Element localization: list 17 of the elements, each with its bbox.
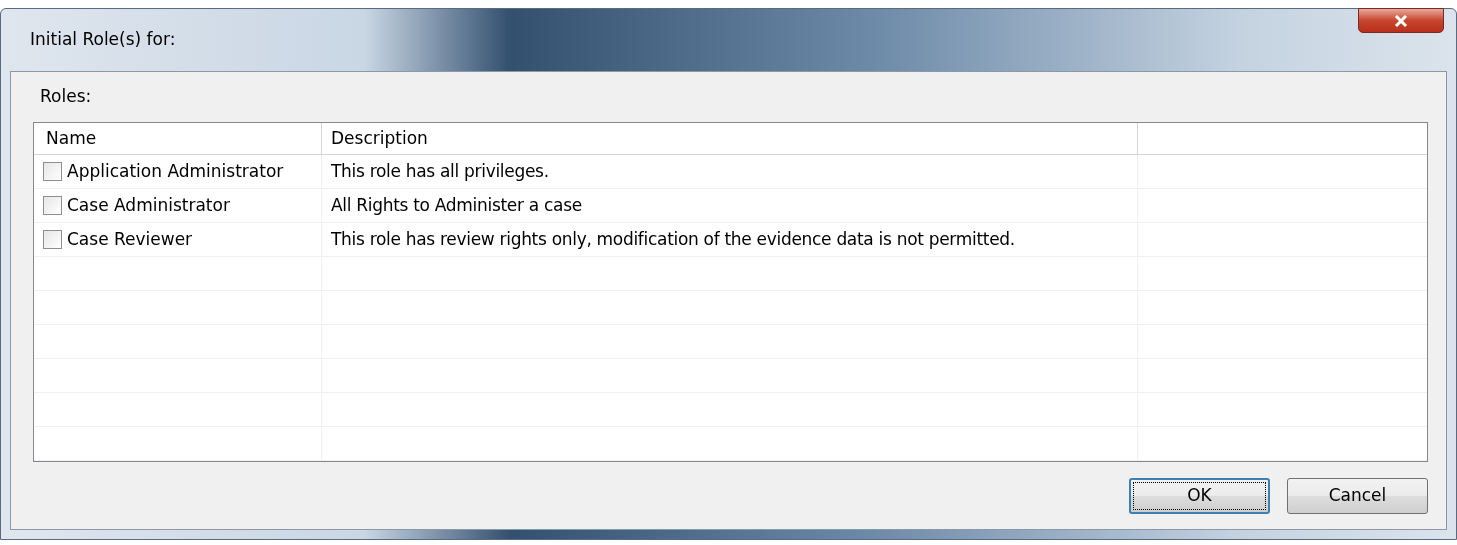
role-name: Application Administrator [67, 159, 284, 183]
close-icon [1394, 14, 1408, 27]
window-title: Initial Role(s) for: [30, 28, 176, 52]
dialog-button[interactable]: Cancel [1287, 477, 1428, 514]
role-name: Case Reviewer [67, 227, 193, 251]
column-header[interactable]: Description [322, 123, 1138, 154]
role-description: This role has all privileges. [331, 159, 549, 183]
role-description: All Rights to Administer a case [331, 193, 582, 217]
role-description: This role has review rights only, modification of the evidence data is not permitted. [331, 227, 1015, 251]
role-name: Case Administrator [67, 193, 230, 217]
close-button[interactable] [1358, 8, 1444, 33]
checkbox[interactable] [43, 162, 62, 181]
column-header[interactable]: Name [34, 123, 322, 154]
dialog-button[interactable]: OK [1129, 477, 1270, 514]
checkbox[interactable] [43, 230, 62, 249]
roles-label: Roles: [40, 85, 92, 109]
checkbox[interactable] [43, 196, 62, 215]
